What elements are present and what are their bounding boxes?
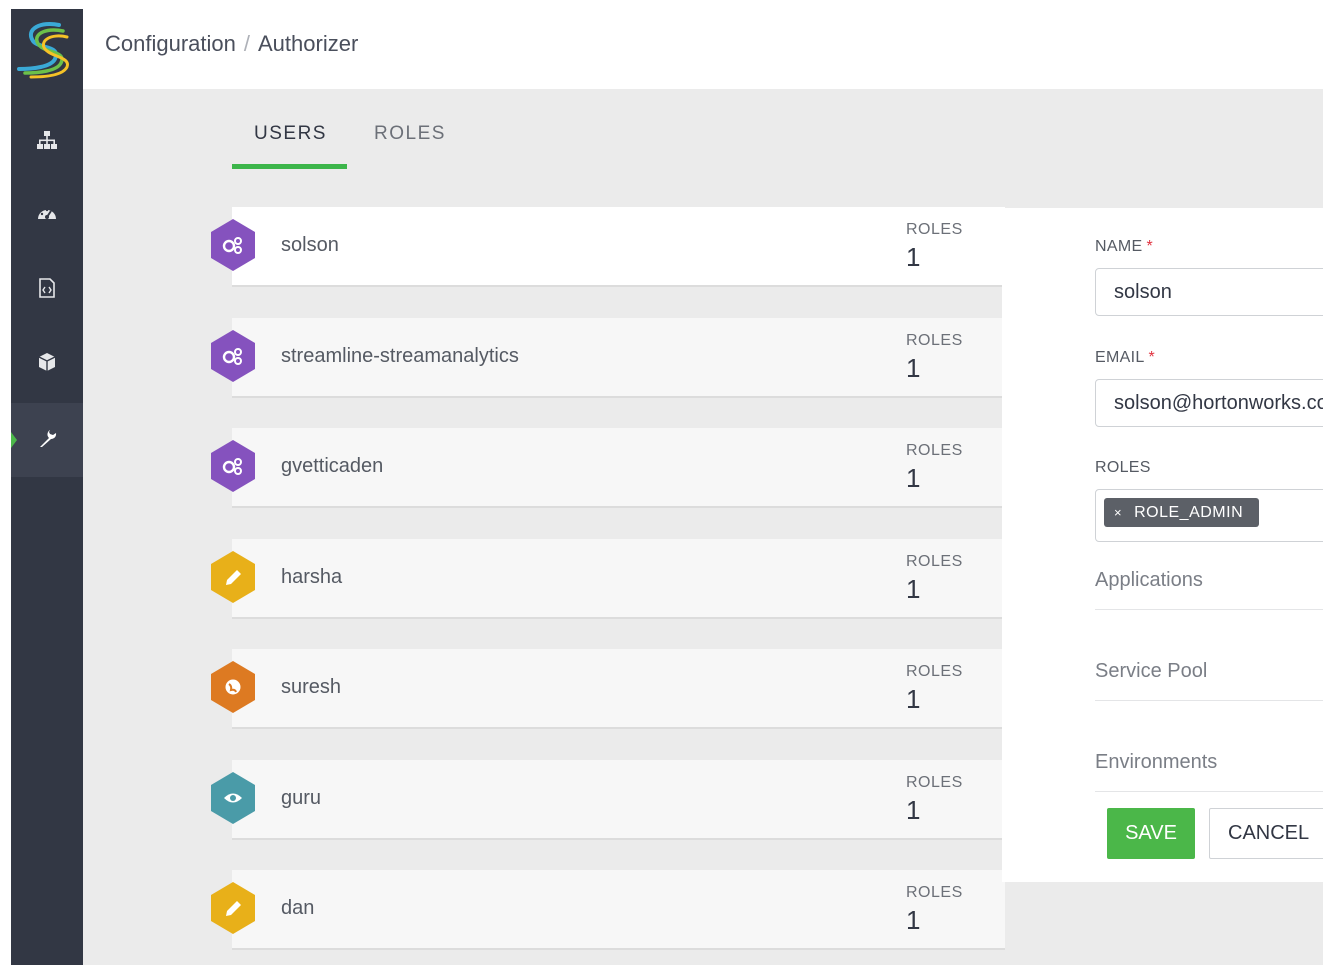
breadcrumb-parent[interactable]: Configuration [105,31,236,57]
dashboard-icon [38,208,56,219]
user-row[interactable]: solson ROLES 1 [211,207,1005,287]
roles-count: 1 [906,463,921,493]
user-row[interactable]: streamline-streamanalytics ROLES 1 [211,318,1005,398]
app-logo[interactable] [11,9,83,89]
sitemap-icon [37,131,57,149]
environments-section[interactable]: Environments [1095,751,1323,774]
wrench-icon [40,430,57,447]
roles-label: ROLES [906,774,963,791]
cancel-button[interactable]: CANCEL [1209,808,1323,859]
name-input[interactable]: solson [1095,268,1323,316]
user-avatar [208,659,258,715]
user-detail-panel: NAME * solson EMAIL * solson@hortonworks.c… [1002,208,1323,882]
nav-code[interactable] [11,253,83,327]
required-mark: * [1146,238,1153,255]
active-indicator [11,432,17,448]
roles-label: ROLES [1095,459,1151,476]
user-name[interactable]: solson [281,234,339,257]
applications-section[interactable]: Applications [1095,569,1323,592]
file-code-icon [39,278,55,298]
sidebar [11,9,83,965]
roles-count: 1 [906,574,921,604]
nav-configuration[interactable] [11,403,83,477]
tag-remove-icon[interactable]: × [1114,498,1122,527]
user-avatar [208,217,258,273]
nav-dashboard[interactable] [11,179,83,253]
roles-label: ROLES [906,221,963,238]
email-input[interactable]: solson@hortonworks.com [1095,379,1323,427]
breadcrumb-current: Authorizer [258,31,359,56]
roles-count: 1 [906,905,921,935]
user-name[interactable]: dan [281,897,314,920]
globe-icon [225,679,241,695]
user-row[interactable]: dan ROLES 1 [211,870,1005,950]
streamline-logo-icon [17,22,69,79]
roles-label: ROLES [906,884,963,901]
user-avatar [208,770,258,826]
roles-select[interactable]: × ROLE_ADMIN [1095,489,1323,542]
user-avatar [208,328,258,384]
nav-packages[interactable] [11,327,83,401]
divider [1095,609,1323,610]
save-button[interactable]: SAVE [1107,808,1195,859]
role-tag: × ROLE_ADMIN [1104,498,1260,527]
user-name[interactable]: suresh [281,676,341,699]
header: Configuration / Authorizer [83,0,1323,89]
roles-label: ROLES [906,553,963,570]
user-row[interactable]: suresh ROLES 1 [211,649,1005,729]
divider [1095,700,1323,701]
name-label: NAME * [1095,238,1153,255]
required-mark: * [1148,349,1156,366]
user-avatar [208,438,258,494]
divider [1095,791,1323,792]
role-tag-label: ROLE_ADMIN [1134,504,1244,521]
user-avatar [208,880,258,936]
roles-count: 1 [906,242,921,272]
user-name[interactable]: harsha [281,566,342,589]
user-row[interactable]: gvetticaden ROLES 1 [211,428,1005,508]
breadcrumb-separator: / [243,31,250,56]
roles-label: ROLES [906,442,963,459]
cube-icon [38,353,56,371]
nav-topology[interactable] [11,105,83,179]
roles-count: 1 [906,684,921,714]
service-pool-section[interactable]: Service Pool [1095,660,1323,683]
email-label: EMAIL * [1095,349,1156,366]
user-row[interactable]: guru ROLES 1 [211,760,1005,840]
breadcrumb: Configuration / Authorizer [105,31,358,57]
user-name[interactable]: gvetticaden [281,455,383,478]
roles-count: 1 [906,795,921,825]
roles-count: 1 [906,353,921,383]
user-avatar [208,549,258,605]
user-name[interactable]: streamline-streamanalytics [281,345,519,368]
user-name[interactable]: guru [281,787,321,810]
roles-label: ROLES [906,332,963,349]
tab-users[interactable]: USERS [254,123,327,145]
roles-label: ROLES [906,663,963,680]
tab-underline [232,164,347,169]
tab-roles[interactable]: ROLES [374,123,446,145]
user-row[interactable]: harsha ROLES 1 [211,539,1005,619]
